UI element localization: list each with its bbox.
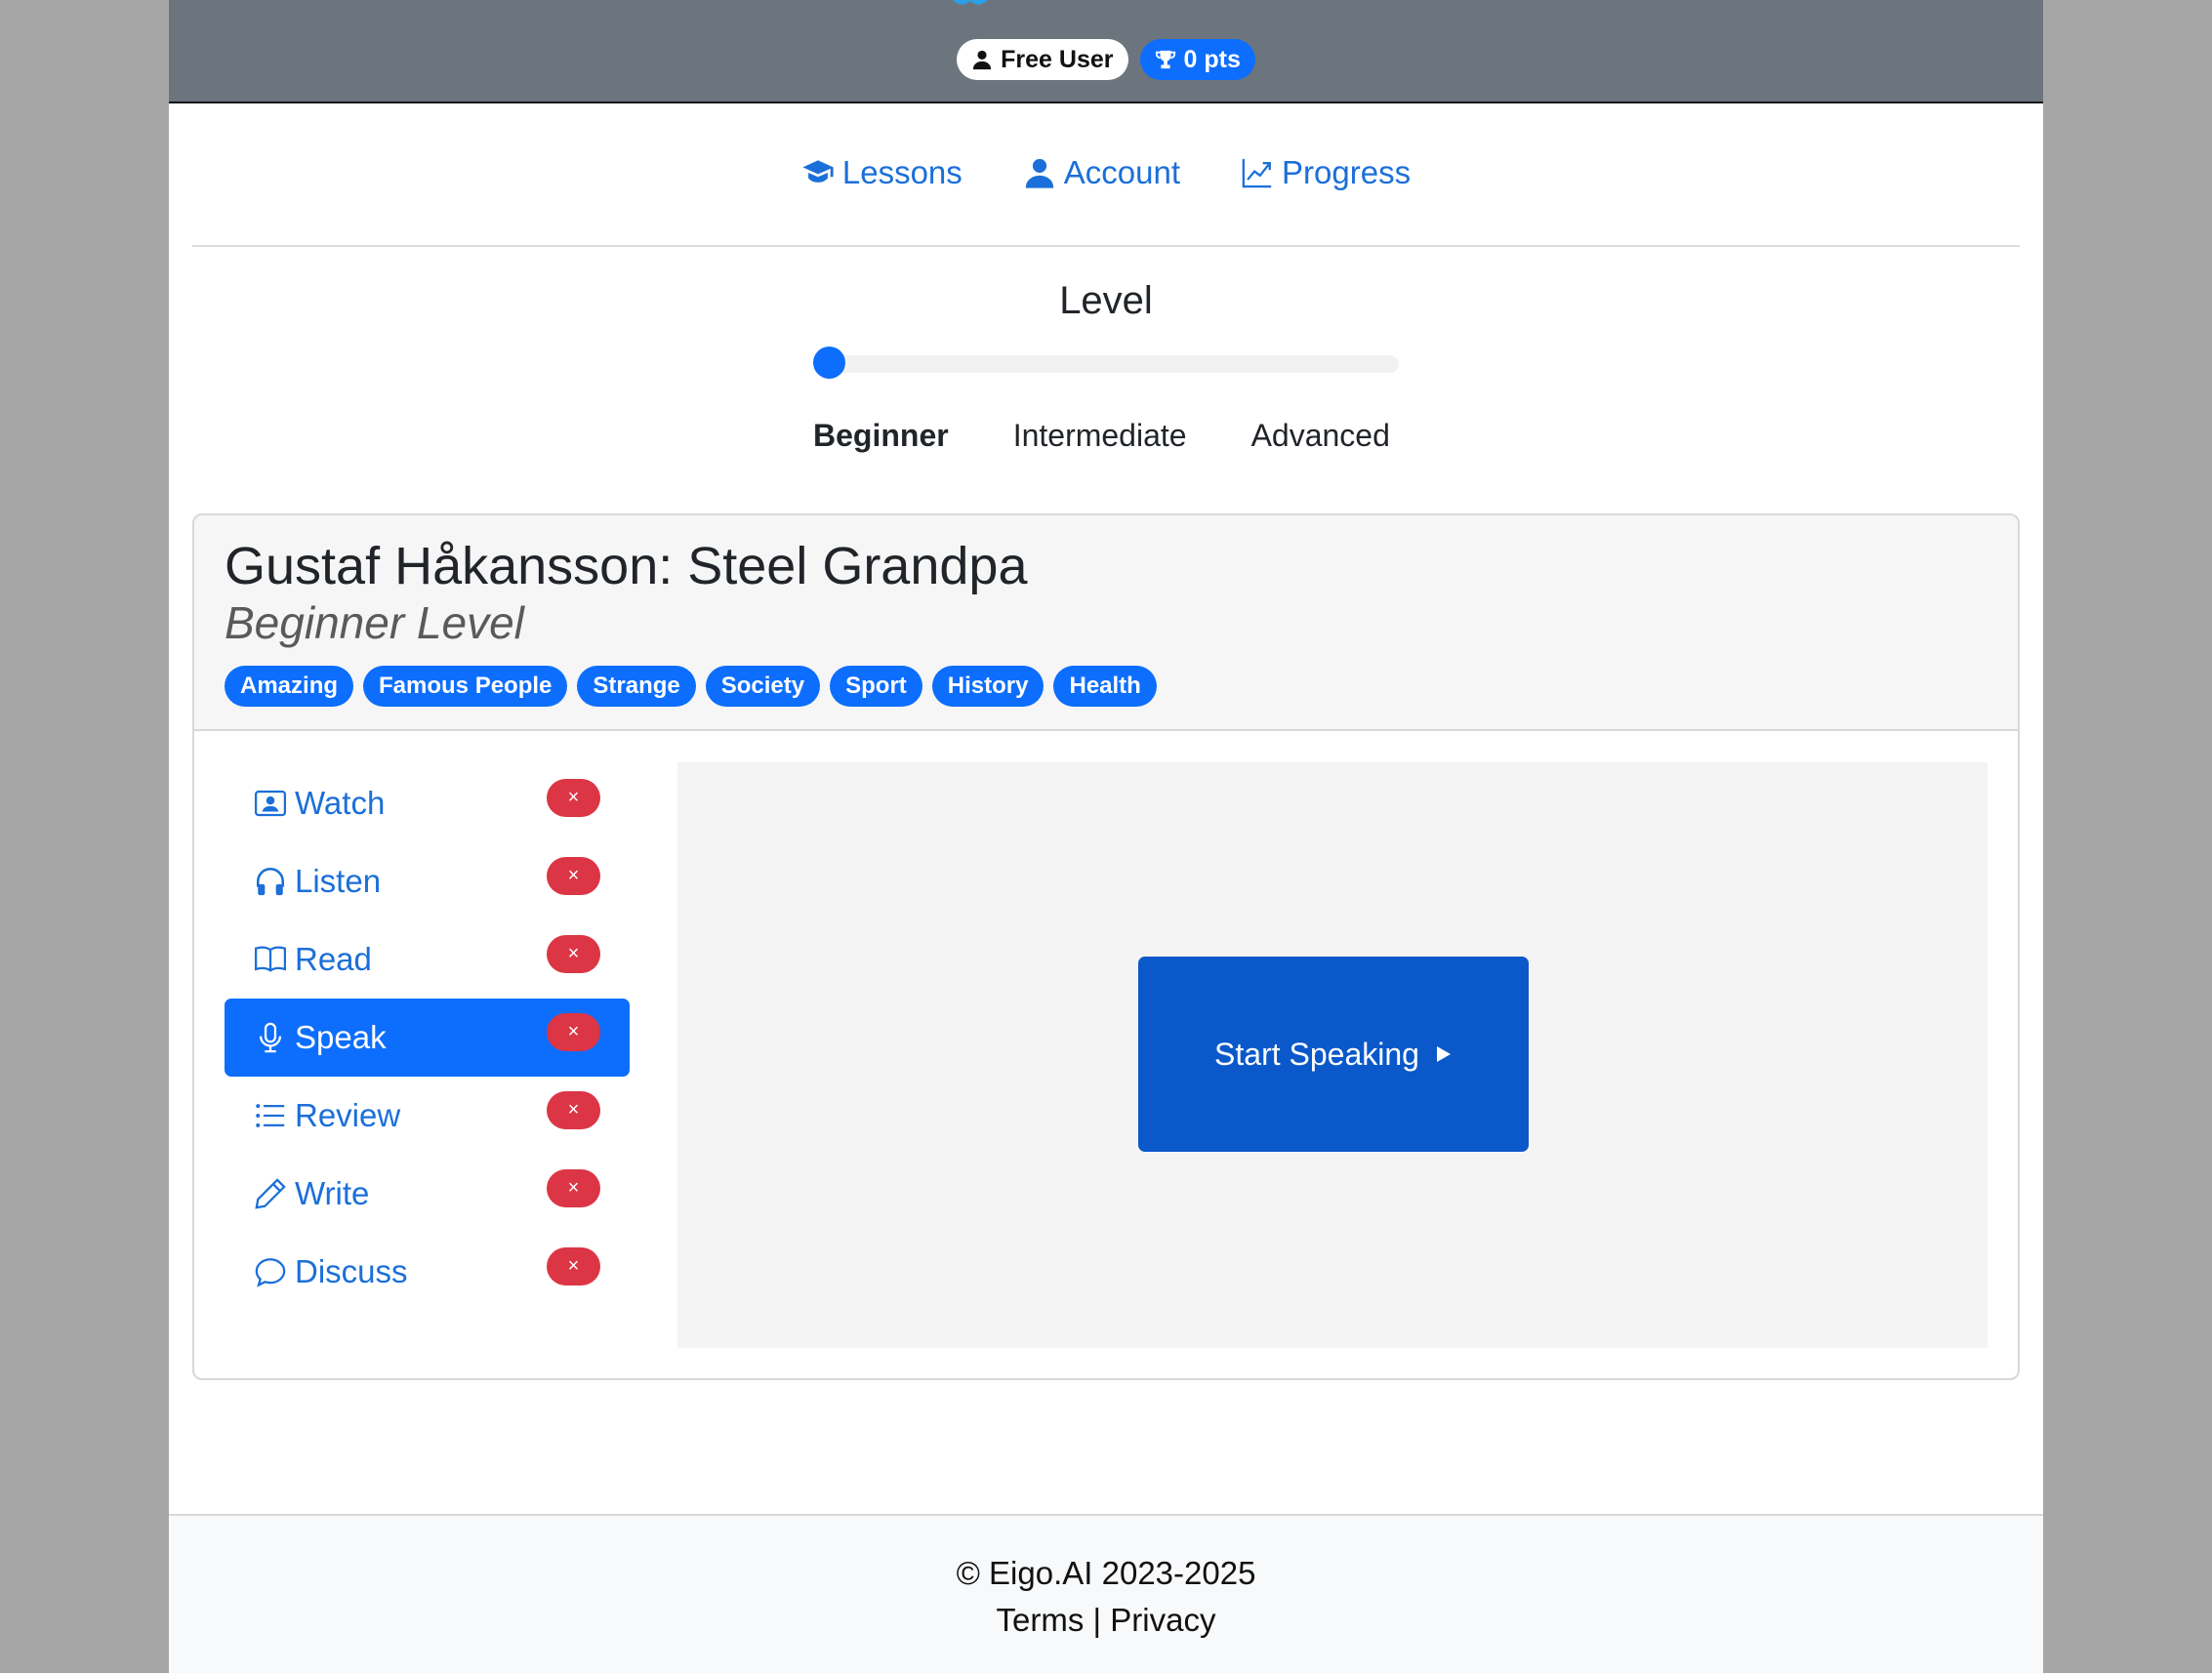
nav-progress[interactable]: Progress [1241, 154, 1411, 191]
nav-lessons-label: Lessons [841, 154, 963, 190]
lesson-header: Gustaf Håkansson: Steel Grandpa Beginner… [194, 515, 2018, 731]
free-user-label: Free User [1001, 45, 1114, 73]
lesson-title: Gustaf Håkansson: Steel Grandpa [225, 537, 1028, 595]
level-beginner[interactable]: Beginner [813, 418, 949, 454]
copyright-text: © Eigo.AI 2023-2025 [956, 1555, 1256, 1591]
tag-amazing[interactable]: Amazing [225, 665, 354, 707]
sidebar-item-discuss[interactable]: Discuss × [225, 1233, 630, 1311]
start-speaking-button[interactable]: Start Speaking [1138, 957, 1529, 1152]
tag-list: Amazing Famous People Strange Society Sp… [225, 665, 1987, 707]
tag-strange[interactable]: Strange [577, 665, 696, 707]
pencil-icon [255, 1178, 286, 1209]
level-advanced[interactable]: Advanced [1251, 418, 1390, 454]
sidebar-item-write[interactable]: Write × [225, 1155, 630, 1233]
header: Free User 0 pts [169, 0, 2043, 103]
user-icon [972, 50, 992, 70]
sidebar-item-label: Listen [295, 863, 382, 899]
terms-link[interactable]: Terms [997, 1602, 1085, 1638]
book-icon [254, 946, 287, 972]
user-icon [1025, 158, 1053, 188]
chat-icon [255, 1258, 286, 1287]
nav-lessons[interactable]: Lessons [801, 154, 963, 191]
page: Free User 0 pts Lessons Account Progress… [169, 0, 2043, 1673]
lesson-subtitle: Beginner Level [225, 596, 524, 648]
divider [192, 245, 2020, 247]
logo-icon [953, 0, 988, 5]
start-speaking-label: Start Speaking [1214, 1036, 1419, 1072]
graduation-cap-icon [802, 160, 834, 183]
sidebar-item-label: Review [295, 1097, 401, 1133]
level-labels: Beginner Intermediate Advanced [813, 418, 1390, 454]
chart-line-icon [1242, 158, 1272, 188]
sidebar-item-speak[interactable]: Speak × [225, 999, 630, 1077]
sidebar-item-read[interactable]: Read × [225, 920, 630, 999]
play-icon [1436, 1046, 1451, 1062]
status-badge: × [547, 1013, 600, 1051]
sidebar-item-label: Discuss [295, 1253, 408, 1289]
level-slider-thumb[interactable] [813, 347, 845, 379]
lesson-card: Gustaf Håkansson: Steel Grandpa Beginner… [192, 513, 2020, 1380]
level-intermediate[interactable]: Intermediate [1013, 418, 1187, 454]
status-badge: × [547, 935, 600, 973]
trophy-icon [1155, 50, 1175, 69]
sidebar-item-label: Write [295, 1175, 370, 1211]
activity-panel: Start Speaking [677, 762, 1987, 1348]
tag-society[interactable]: Society [705, 665, 821, 707]
sidebar-item-label: Read [295, 941, 372, 977]
nav-account[interactable]: Account [1023, 154, 1180, 191]
nav-progress-label: Progress [1282, 154, 1412, 190]
footer-separator: | [1092, 1602, 1102, 1638]
tag-health[interactable]: Health [1053, 665, 1157, 707]
status-badge: × [547, 1247, 600, 1285]
video-icon [254, 790, 287, 817]
points-label: 0 pts [1183, 45, 1241, 73]
footer: © Eigo.AI 2023-2025 Terms | Privacy [169, 1514, 2043, 1673]
status-badge: × [547, 1091, 600, 1129]
nav-account-label: Account [1063, 154, 1181, 190]
tag-sport[interactable]: Sport [830, 665, 922, 707]
footer-links: Terms | Privacy [169, 1602, 2043, 1639]
activity-sidebar: Watch × Listen × Read × Speak × Review ×… [225, 764, 630, 1311]
tag-history[interactable]: History [931, 665, 1045, 707]
tag-famous-people[interactable]: Famous People [363, 665, 568, 707]
status-badge: × [547, 779, 600, 817]
level-slider-track[interactable] [813, 355, 1399, 373]
level-title: Level [1059, 279, 1153, 322]
privacy-link[interactable]: Privacy [1110, 1602, 1215, 1638]
status-badge: × [547, 857, 600, 895]
sidebar-item-label: Speak [295, 1019, 387, 1055]
sidebar-item-watch[interactable]: Watch × [225, 764, 630, 842]
sidebar-item-review[interactable]: Review × [225, 1077, 630, 1155]
points-badge[interactable]: 0 pts [1139, 39, 1255, 80]
status-badge: × [547, 1169, 600, 1207]
sidebar-item-listen[interactable]: Listen × [225, 842, 630, 920]
microphone-icon [259, 1022, 282, 1053]
free-user-badge[interactable]: Free User [957, 39, 1128, 80]
list-icon [256, 1104, 285, 1127]
sidebar-item-label: Watch [295, 785, 386, 821]
main-nav: Lessons Account Progress [169, 154, 2043, 191]
headphones-icon [256, 867, 285, 896]
